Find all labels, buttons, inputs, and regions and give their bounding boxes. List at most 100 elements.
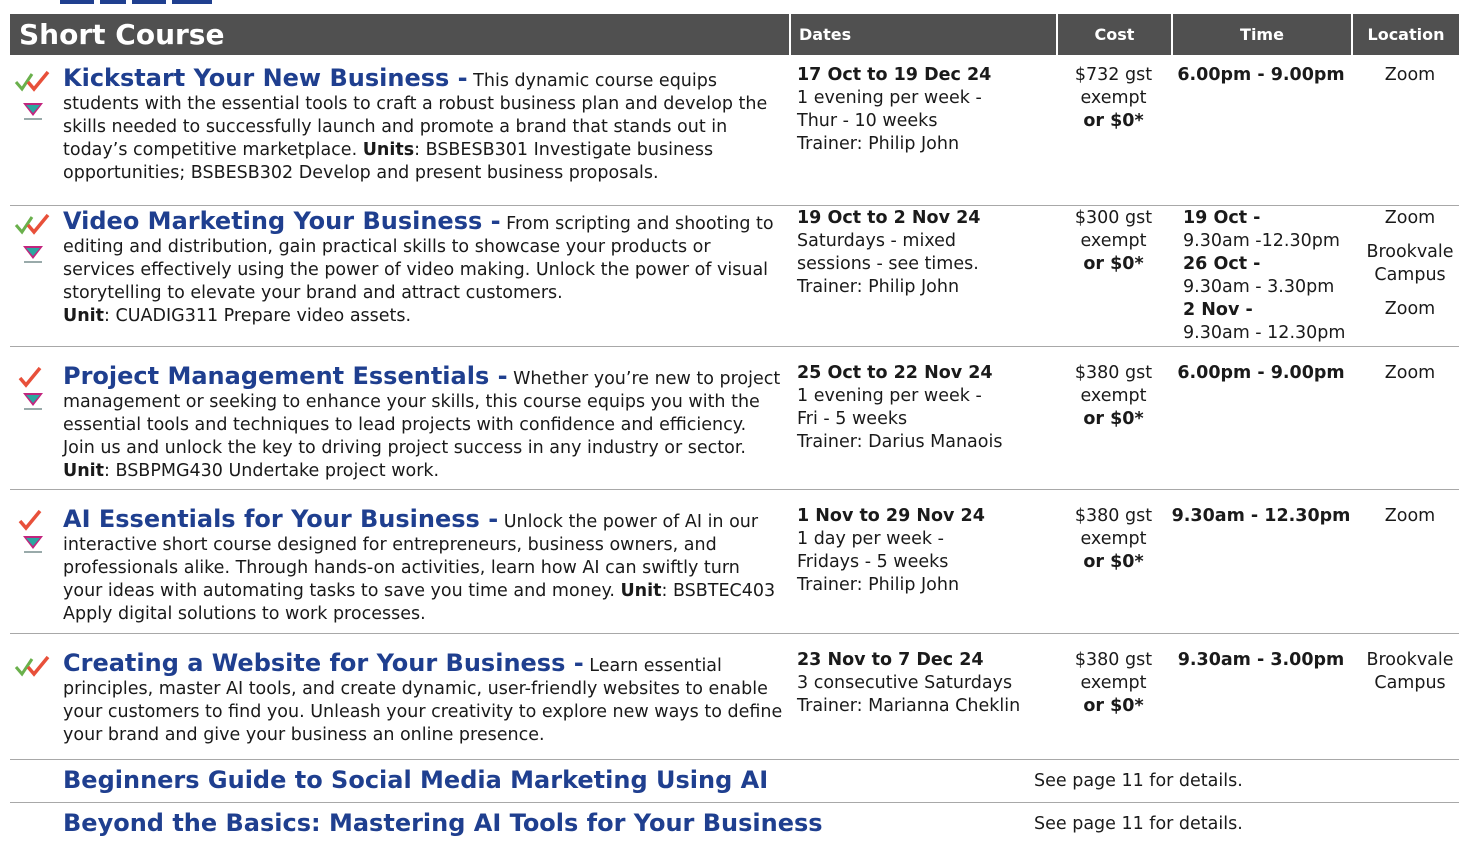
date-frequency: 1 evening per week - xyxy=(797,386,982,406)
double-tick-icon xyxy=(14,655,50,677)
header-time: Time xyxy=(1171,14,1351,55)
trainer: Trainer: Marianna Cheklin xyxy=(797,696,1021,716)
cost-amount: $300 gst xyxy=(1074,208,1153,228)
course-cost: $300 gst exempt or $0* xyxy=(1056,207,1171,276)
trainer: Trainer: Philip John xyxy=(797,277,960,297)
cost-gst-note: exempt xyxy=(1080,529,1147,549)
header-short-course: Short Course xyxy=(10,14,789,55)
cost-amount: $380 gst xyxy=(1074,650,1153,670)
course-description: Project Management Essentials - Whether … xyxy=(63,362,783,483)
location-campus: Brookvale xyxy=(1366,650,1454,670)
table-header: Short Course Dates Cost Time Location xyxy=(10,14,1459,55)
course-title[interactable]: Beginners Guide to Social Media Marketin… xyxy=(63,766,768,794)
course-description: Creating a Website for Your Business - L… xyxy=(63,649,783,747)
course-dates: 23 Nov to 7 Dec 24 3 consecutive Saturda… xyxy=(797,649,1052,718)
trainer: Trainer: Philip John xyxy=(797,575,960,595)
course-location: Zoom xyxy=(1384,506,1436,526)
extra-row-social-media: Beginners Guide to Social Media Marketin… xyxy=(10,761,1459,803)
cost-free-option: or $0* xyxy=(1083,254,1144,274)
course-description: Video Marketing Your Business - From scr… xyxy=(63,207,783,328)
location-session-2: Brookvale xyxy=(1366,242,1454,262)
date-range: 17 Oct to 19 Dec 24 xyxy=(797,65,992,85)
cost-gst-note: exempt xyxy=(1080,386,1147,406)
course-location: Zoom xyxy=(1384,363,1436,383)
course-row-creating-website: Creating a Website for Your Business - L… xyxy=(10,649,1459,760)
course-dates: 17 Oct to 19 Dec 24 1 evening per week -… xyxy=(797,64,1052,156)
course-title[interactable]: Project Management Essentials - xyxy=(63,362,508,390)
provider-logo-icon xyxy=(23,393,43,410)
date-duration: Fri - 5 weeks xyxy=(797,409,908,429)
double-tick-icon xyxy=(14,70,50,92)
course-time: 9.30am - 3.00pm xyxy=(1177,650,1345,670)
course-location: Brookvale Campus xyxy=(1351,649,1459,695)
cost-amount: $732 gst xyxy=(1074,65,1153,85)
units-label: Unit xyxy=(63,461,105,481)
cost-gst-note: exempt xyxy=(1080,88,1147,108)
date-duration: sessions - see times. xyxy=(797,254,979,274)
provider-logo-icon xyxy=(23,246,43,263)
double-tick-icon xyxy=(14,213,50,235)
cost-free-option: or $0* xyxy=(1083,409,1144,429)
units-label: Units xyxy=(362,140,415,160)
trainer: Trainer: Darius Manaois xyxy=(797,432,1003,452)
course-row-kickstart: Kickstart Your New Business - This dynam… xyxy=(10,64,1459,206)
trainer: Trainer: Philip John xyxy=(797,134,960,154)
units-label: Unit xyxy=(620,581,662,601)
header-dates: Dates xyxy=(789,14,1056,55)
location-session-1: Zoom xyxy=(1384,208,1436,228)
page-title-cutoff-shape xyxy=(60,0,212,4)
course-row-project-management: Project Management Essentials - Whether … xyxy=(10,362,1459,490)
course-dates: 25 Oct to 22 Nov 24 1 evening per week -… xyxy=(797,362,1052,454)
single-tick-icon xyxy=(18,366,42,388)
cost-amount: $380 gst xyxy=(1074,363,1153,383)
course-time: 9.30am - 12.30pm xyxy=(1171,506,1351,526)
header-location: Location xyxy=(1351,14,1459,55)
date-frequency: 3 consecutive Saturdays xyxy=(797,673,1013,693)
course-description: AI Essentials for Your Business - Unlock… xyxy=(63,505,783,626)
course-time: 6.00pm - 9.00pm xyxy=(1177,363,1345,383)
course-cost: $380 gst exempt or $0* xyxy=(1056,362,1171,431)
provider-logo-icon xyxy=(23,103,43,120)
course-title[interactable]: Kickstart Your New Business - xyxy=(63,64,468,92)
header-cost: Cost xyxy=(1056,14,1171,55)
cost-amount: $380 gst xyxy=(1074,506,1153,526)
units-text: : BSBPMG430 Undertake project work. xyxy=(104,461,440,481)
extra-row-ai-tools: Beyond the Basics: Mastering AI Tools fo… xyxy=(10,804,1459,843)
course-cost: $732 gst exempt or $0* xyxy=(1056,64,1171,133)
date-duration: Thur - 10 weeks xyxy=(797,111,938,131)
session-date: 26 Oct - xyxy=(1183,254,1261,274)
cost-free-option: or $0* xyxy=(1083,552,1144,572)
course-title[interactable]: Beyond the Basics: Mastering AI Tools fo… xyxy=(63,809,823,837)
date-range: 1 Nov to 29 Nov 24 xyxy=(797,506,985,526)
date-range: 23 Nov to 7 Dec 24 xyxy=(797,650,984,670)
see-page-note: See page 11 for details. xyxy=(1034,771,1243,791)
course-title[interactable]: Video Marketing Your Business - xyxy=(63,207,501,235)
session-time: 9.30am -12.30pm xyxy=(1183,231,1340,251)
date-frequency: Saturdays - mixed xyxy=(797,231,957,251)
session-date: 19 Oct - xyxy=(1183,208,1261,228)
course-row-ai-essentials: AI Essentials for Your Business - Unlock… xyxy=(10,505,1459,634)
course-description: Kickstart Your New Business - This dynam… xyxy=(63,64,783,185)
units-text: : CUADIG311 Prepare video assets. xyxy=(104,306,412,326)
location-campus-suffix: Campus xyxy=(1374,673,1446,693)
course-dates: 19 Oct to 2 Nov 24 Saturdays - mixed ses… xyxy=(797,207,1052,299)
course-title[interactable]: Creating a Website for Your Business - xyxy=(63,649,584,677)
course-location: Zoom Brookvale Campus Zoom xyxy=(1351,207,1459,321)
course-dates: 1 Nov to 29 Nov 24 1 day per week - Frid… xyxy=(797,505,1052,597)
course-title[interactable]: AI Essentials for Your Business - xyxy=(63,505,498,533)
location-session-2-campus: Campus xyxy=(1374,265,1446,285)
single-tick-icon xyxy=(18,509,42,531)
date-duration: Fridays - 5 weeks xyxy=(797,552,949,572)
see-page-note: See page 11 for details. xyxy=(1034,814,1243,834)
date-range: 19 Oct to 2 Nov 24 xyxy=(797,208,981,228)
session-time: 9.30am - 3.30pm xyxy=(1183,277,1335,297)
provider-logo-icon xyxy=(23,536,43,553)
date-frequency: 1 day per week - xyxy=(797,529,944,549)
course-time: 6.00pm - 9.00pm xyxy=(1177,65,1345,85)
cost-free-option: or $0* xyxy=(1083,696,1144,716)
course-cost: $380 gst exempt or $0* xyxy=(1056,505,1171,574)
course-time: 19 Oct - 9.30am -12.30pm 26 Oct - 9.30am… xyxy=(1171,207,1351,345)
session-time: 9.30am - 12.30pm xyxy=(1183,323,1346,343)
course-row-video-marketing: Video Marketing Your Business - From scr… xyxy=(10,207,1459,347)
date-frequency: 1 evening per week - xyxy=(797,88,982,108)
